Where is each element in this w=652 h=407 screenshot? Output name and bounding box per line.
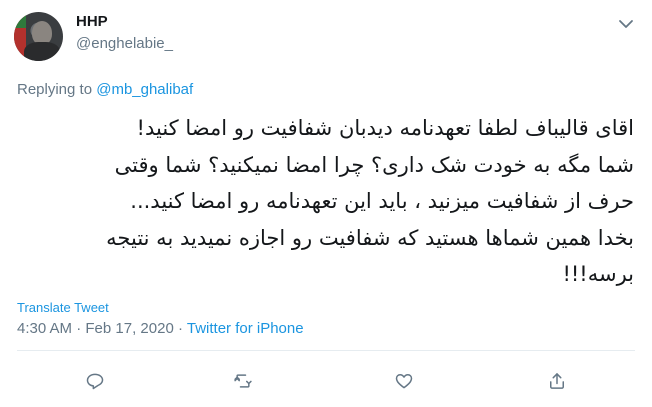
tweet-meta: 4:30 AM · Feb 17, 2020 · Twitter for iPh…	[17, 320, 304, 337]
avatar-body	[24, 42, 60, 61]
replying-to: Replying to @mb_ghalibaf	[17, 81, 193, 98]
translate-tweet-link[interactable]: Translate Tweet	[17, 300, 109, 315]
action-bar	[0, 368, 652, 394]
tweet-text: اقای قالیباف لطفا تعهدنامه دیدبان شفافیت…	[14, 110, 634, 293]
more-options-chevron-icon[interactable]	[617, 16, 635, 30]
like-button[interactable]	[391, 368, 417, 394]
meta-separator: ·	[173, 320, 187, 337]
tweet-time[interactable]: 4:30 AM	[17, 320, 72, 337]
author-handle[interactable]: @enghelabie_	[76, 35, 173, 52]
heart-icon	[395, 374, 413, 389]
reply-mention-link[interactable]: @mb_ghalibaf	[96, 81, 193, 98]
reply-icon	[86, 373, 104, 390]
retweet-icon	[234, 374, 252, 388]
replying-to-prefix: Replying to	[17, 81, 97, 98]
divider	[17, 350, 635, 351]
share-button[interactable]	[544, 368, 570, 394]
author-name[interactable]: HHP	[76, 13, 108, 30]
tweet-line: برسه!!!	[562, 262, 634, 286]
tweet-line: بخدا همین شماها هستید که شفافیت رو اجازه…	[106, 225, 634, 250]
share-icon	[550, 373, 564, 389]
tweet-date[interactable]: Feb 17, 2020	[85, 320, 173, 337]
retweet-button[interactable]	[230, 368, 256, 394]
meta-separator: ·	[72, 320, 86, 337]
tweet-line: اقای قالیباف لطفا تعهدنامه دیدبان شفافیت…	[136, 116, 634, 140]
tweet-source-link[interactable]: Twitter for iPhone	[187, 320, 304, 337]
avatar[interactable]	[14, 12, 63, 61]
reply-button[interactable]	[82, 368, 108, 394]
tweet-line: شما مگه به خودت شک داری؟ چرا امضا نمیکنی…	[114, 152, 634, 177]
avatar-flag-green	[14, 12, 26, 28]
tweet-line: حرف از شفافیت میزنید ، باید این تعهدنامه…	[130, 189, 634, 213]
